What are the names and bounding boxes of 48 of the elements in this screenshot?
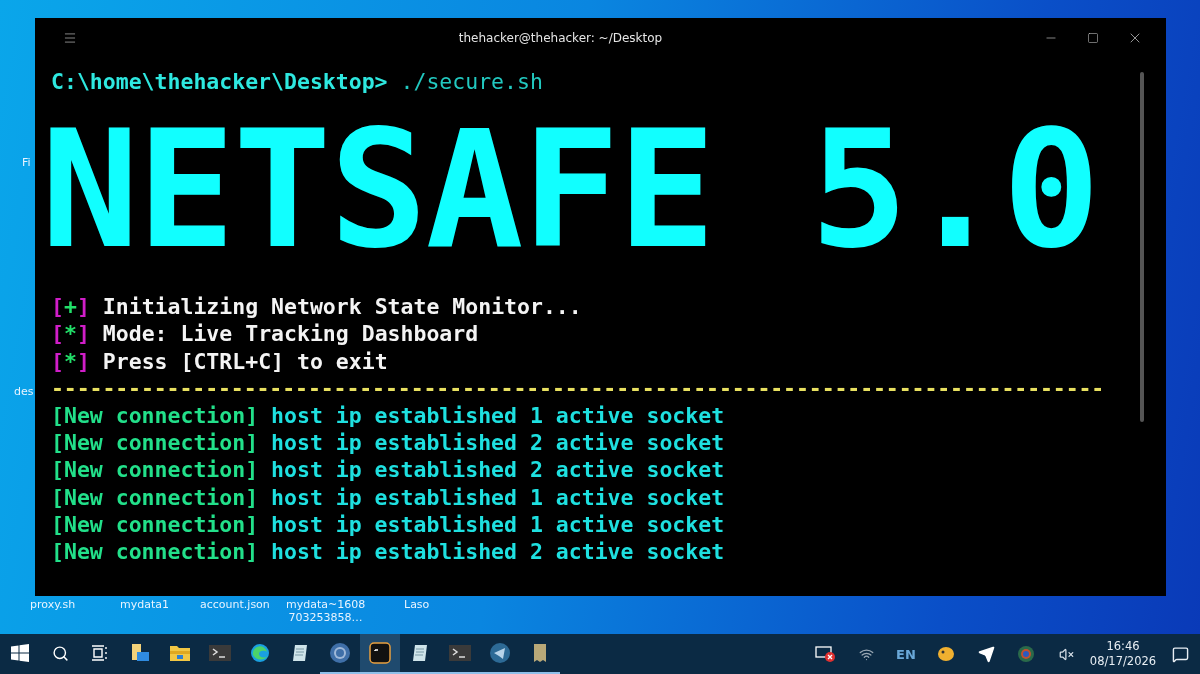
task-view-icon bbox=[91, 645, 109, 661]
desktop-icon-label: Fi bbox=[22, 156, 31, 169]
status-line: [*] Mode: Live Tracking Dashboard bbox=[51, 320, 480, 348]
scrollbar[interactable] bbox=[1140, 72, 1144, 422]
desktop-icon-label: Laso bbox=[404, 598, 430, 611]
desktop-icon-label: des bbox=[14, 385, 34, 398]
clock-time: 16:46 bbox=[1105, 639, 1141, 654]
dashed-separator: ---------------------------------------------------------------------------------- bbox=[51, 374, 1106, 402]
window-title: thehacker@thehacker: ~/Desktop bbox=[457, 31, 664, 45]
connection-line: [New connection] host ip established 2 active socket bbox=[51, 429, 726, 457]
notifications-icon[interactable] bbox=[1171, 645, 1189, 663]
globe-icon[interactable] bbox=[1017, 645, 1035, 663]
desktop-icon-label: account.json bbox=[200, 598, 270, 611]
connection-line: [New connection] host ip established 1 active socket bbox=[51, 483, 726, 511]
folder-icon bbox=[169, 644, 191, 662]
connection-line: [New connection] host ip established 1 active socket bbox=[51, 402, 726, 430]
connection-line: [New connection] host ip established 2 active socket bbox=[51, 456, 726, 484]
status-line: [*] Press [CTRL+C] to exit bbox=[51, 347, 389, 375]
command-line: C:\home\thehacker\Desktop> ./secure.sh bbox=[51, 68, 544, 96]
telegram-icon bbox=[489, 642, 511, 664]
desktop-icon-label: mydata~1608 703253858… bbox=[286, 598, 366, 624]
wifi-icon[interactable] bbox=[858, 646, 874, 662]
windows-logo-icon bbox=[11, 644, 29, 662]
language-indicator[interactable]: EN bbox=[886, 646, 926, 662]
network-disconnected-icon[interactable] bbox=[815, 645, 837, 663]
taskbar-button[interactable] bbox=[360, 634, 400, 674]
desktop-icon-label: mydata1 bbox=[120, 598, 169, 611]
notepad-icon bbox=[410, 643, 430, 663]
muted-speaker-icon[interactable] bbox=[1058, 646, 1074, 662]
clock[interactable]: 16:46 08/17/2026 bbox=[1086, 639, 1160, 669]
console-icon bbox=[369, 642, 391, 664]
telegram-tray-icon[interactable] bbox=[977, 645, 995, 663]
maximize-icon bbox=[1087, 32, 1099, 44]
status-line: [+] Initializing Network State Monitor... bbox=[51, 293, 583, 321]
files-icon bbox=[130, 643, 150, 663]
desktop-icon-label: proxy.sh bbox=[30, 598, 76, 611]
clock-date: 08/17/2026 bbox=[1088, 654, 1158, 669]
menu-icon bbox=[63, 31, 77, 45]
notepad-icon bbox=[290, 643, 310, 663]
browser-icon bbox=[329, 642, 351, 664]
connection-line: [New connection] host ip established 1 active socket bbox=[51, 510, 726, 539]
edge-icon bbox=[250, 643, 270, 663]
terminal-icon bbox=[209, 645, 231, 661]
search-icon bbox=[51, 644, 69, 662]
connection-line: [New connection] host ip established 2 active socket bbox=[51, 538, 726, 566]
document-icon bbox=[533, 643, 547, 663]
banner-title: NETSAFE 5.0 bbox=[41, 105, 1100, 276]
terminal-icon bbox=[449, 645, 471, 661]
